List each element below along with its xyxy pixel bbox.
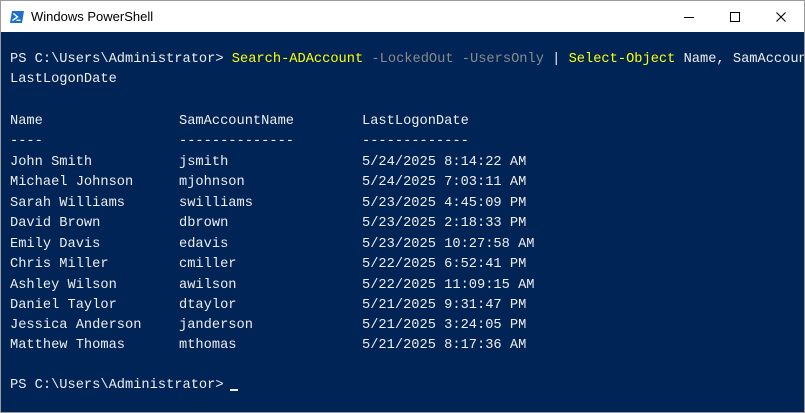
cell-name: Matthew Thomas (10, 338, 125, 353)
cmdlet-select-object: Select-Object (568, 52, 676, 67)
cell-lastlogondate: 5/22/2025 11:09:15 AM (362, 278, 535, 293)
table-row: Michael Johnson mjohnson 5/24/2025 7:03:… (10, 173, 790, 193)
table-row: David Brown dbrown 5/23/2025 2:18:33 PM (10, 214, 790, 234)
cell-name: Michael Johnson (10, 175, 134, 190)
maximize-button[interactable] (712, 1, 758, 32)
cell-lastlogondate: 5/22/2025 6:52:41 PM (362, 257, 527, 272)
close-icon (776, 11, 786, 22)
header-lastlogondate: LastLogonDate (362, 114, 469, 129)
cell-name: Jessica Anderson (10, 318, 142, 333)
cell-name: David Brown (10, 216, 101, 231)
cell-lastlogondate: 5/21/2025 3:24:05 PM (362, 318, 527, 333)
window-title: Windows PowerShell (31, 9, 154, 24)
cell-samaccountname: mjohnson (179, 175, 245, 190)
separator-samaccountname: -------------- (179, 134, 294, 149)
cell-name: Emily Davis (10, 237, 101, 252)
console-area[interactable]: PS C:\Users\Administrator> Search-ADAcco… (1, 32, 804, 412)
cell-samaccountname: janderson (179, 318, 253, 333)
header-name: Name (10, 114, 43, 129)
table-row: Ashley Wilson awilson 5/22/2025 11:09:15… (10, 276, 790, 296)
table-row: Chris Miller cmiller 5/22/2025 6:52:41 P… (10, 255, 790, 275)
cell-name: John Smith (10, 155, 93, 170)
param-lockedout: -LockedOut (371, 52, 454, 67)
cell-lastlogondate: 5/21/2025 8:17:36 AM (362, 338, 527, 353)
cell-lastlogondate: 5/21/2025 9:31:47 PM (362, 298, 527, 313)
cell-lastlogondate: 5/23/2025 2:18:33 PM (362, 216, 527, 231)
powershell-window: Windows PowerShell PS C:\Users\Administr… (0, 0, 805, 413)
select-args: Name, SamAccountName, (683, 52, 804, 67)
cell-samaccountname: swilliams (179, 196, 253, 211)
table-row: Daniel Taylor dtaylor 5/21/2025 9:31:47 … (10, 296, 790, 316)
table-header: Name SamAccountName LastLogonDate (10, 112, 790, 132)
separator-name: ---- (10, 134, 43, 149)
cell-samaccountname: mthomas (179, 338, 237, 353)
cell-samaccountname: edavis (179, 237, 229, 252)
table-separator: ---- -------------- ------------- (10, 132, 790, 152)
maximize-icon (730, 11, 740, 22)
minimize-icon (684, 16, 694, 18)
cell-samaccountname: jsmith (179, 155, 229, 170)
param-usersonly: -UsersOnly (461, 52, 544, 67)
cell-samaccountname: dtaylor (179, 298, 237, 313)
cmdlet-search-adaccount: Search-ADAccount (231, 52, 364, 67)
cell-lastlogondate: 5/24/2025 8:14:22 AM (362, 155, 527, 170)
close-button[interactable] (758, 1, 804, 32)
table-row: Jessica Anderson janderson 5/21/2025 3:2… (10, 316, 790, 336)
command-line: PS C:\Users\Administrator> Search-ADAcco… (10, 50, 804, 70)
final-prompt: PS C:\Users\Administrator> (10, 378, 224, 393)
table-row: John Smith jsmith 5/24/2025 8:14:22 AM (10, 153, 790, 173)
cell-name: Chris Miller (10, 257, 109, 272)
cell-samaccountname: awilson (179, 278, 237, 293)
cell-name: Sarah Williams (10, 196, 125, 211)
powershell-icon (10, 11, 24, 23)
select-args-wrap: LastLogonDate (10, 72, 117, 87)
cell-name: Daniel Taylor (10, 298, 117, 313)
cell-name: Ashley Wilson (10, 278, 117, 293)
minimize-button[interactable] (666, 1, 712, 32)
cell-lastlogondate: 5/24/2025 7:03:11 AM (362, 175, 527, 190)
title-bar[interactable]: Windows PowerShell (1, 1, 804, 32)
cell-lastlogondate: 5/23/2025 10:27:58 AM (362, 237, 535, 252)
separator-lastlogondate: ------------- (362, 134, 469, 149)
table-row: Sarah Williams swilliams 5/23/2025 4:45:… (10, 194, 790, 214)
cell-samaccountname: cmiller (179, 257, 237, 272)
table-row: Matthew Thomas mthomas 5/21/2025 8:17:36… (10, 336, 790, 356)
input-line[interactable]: PS C:\Users\Administrator> (10, 376, 238, 396)
cell-lastlogondate: 5/23/2025 4:45:09 PM (362, 196, 527, 211)
pipe-operator: | (552, 52, 561, 67)
header-samaccountname: SamAccountName (179, 114, 294, 129)
command-line-wrap: LastLogonDate (10, 70, 117, 90)
cell-samaccountname: dbrown (179, 216, 229, 231)
prompt: PS C:\Users\Administrator> (10, 52, 224, 67)
text-cursor (229, 389, 238, 391)
table-row: Emily Davis edavis 5/23/2025 10:27:58 AM (10, 235, 790, 255)
